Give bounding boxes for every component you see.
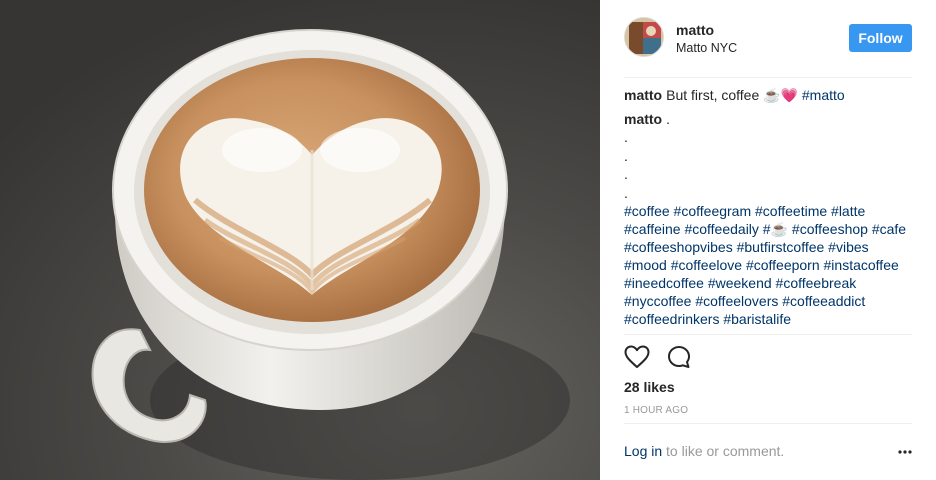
action-bar: [624, 344, 692, 372]
like-button[interactable]: [624, 344, 650, 370]
login-link[interactable]: Log in: [624, 443, 662, 459]
login-prompt: Log in to like or comment.: [624, 443, 784, 459]
caption-username[interactable]: matto: [624, 87, 662, 103]
comment-dot: .: [624, 184, 628, 201]
comment-bubble-icon: [668, 346, 690, 368]
caption-comment: matto But first, coffee ☕💗 #matto: [624, 86, 912, 104]
login-suffix: to like or comment.: [662, 443, 785, 459]
post-username[interactable]: matto: [676, 22, 714, 38]
avatar[interactable]: [624, 17, 664, 57]
comment-username[interactable]: matto: [624, 111, 662, 127]
divider: [624, 334, 912, 335]
comment-dot: .: [624, 166, 628, 183]
divider: [624, 423, 912, 424]
latte-cup-image: [0, 0, 600, 480]
more-options-button[interactable]: [892, 445, 912, 459]
heart-icon: [624, 345, 650, 368]
post-location[interactable]: Matto NYC: [676, 41, 737, 55]
avatar-image: [625, 18, 663, 56]
comment-text: .: [666, 111, 671, 127]
follow-button[interactable]: Follow: [849, 24, 912, 52]
post-photo[interactable]: [0, 0, 600, 480]
post-side-panel: matto Matto NYC Follow matto But first, c…: [600, 0, 936, 480]
more-options-icon: [898, 450, 912, 454]
comment-dot: .: [624, 129, 628, 145]
comment-hashtags[interactable]: #coffee #coffeegram #coffeetime #latte #…: [624, 203, 906, 327]
caption-text: But first, coffee ☕💗: [666, 87, 798, 103]
post-timestamp[interactable]: 1 hour ago: [624, 405, 688, 416]
post-header: matto Matto NYC Follow: [624, 16, 912, 78]
comment-dot: .: [624, 147, 628, 164]
comment-item: matto. . . . . #coffee #coffeegram #coff…: [624, 110, 912, 328]
caption-hashtag[interactable]: #matto: [802, 87, 845, 103]
comments-list[interactable]: matto But first, coffee ☕💗 #matto matto. …: [624, 86, 912, 332]
likes-count[interactable]: 28 likes: [624, 379, 675, 395]
comment-button[interactable]: [666, 344, 692, 370]
